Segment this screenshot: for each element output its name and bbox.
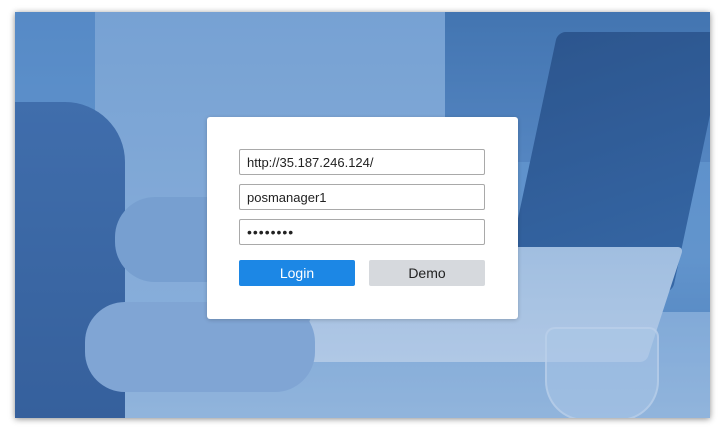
login-panel: •••••••• Login Demo	[207, 117, 518, 319]
app-window: •••••••• Login Demo	[15, 12, 710, 418]
username-field[interactable]	[239, 184, 485, 210]
password-field[interactable]: ••••••••	[239, 219, 485, 245]
server-url-field[interactable]	[239, 149, 485, 175]
demo-button[interactable]: Demo	[369, 260, 485, 286]
login-button[interactable]: Login	[239, 260, 355, 286]
